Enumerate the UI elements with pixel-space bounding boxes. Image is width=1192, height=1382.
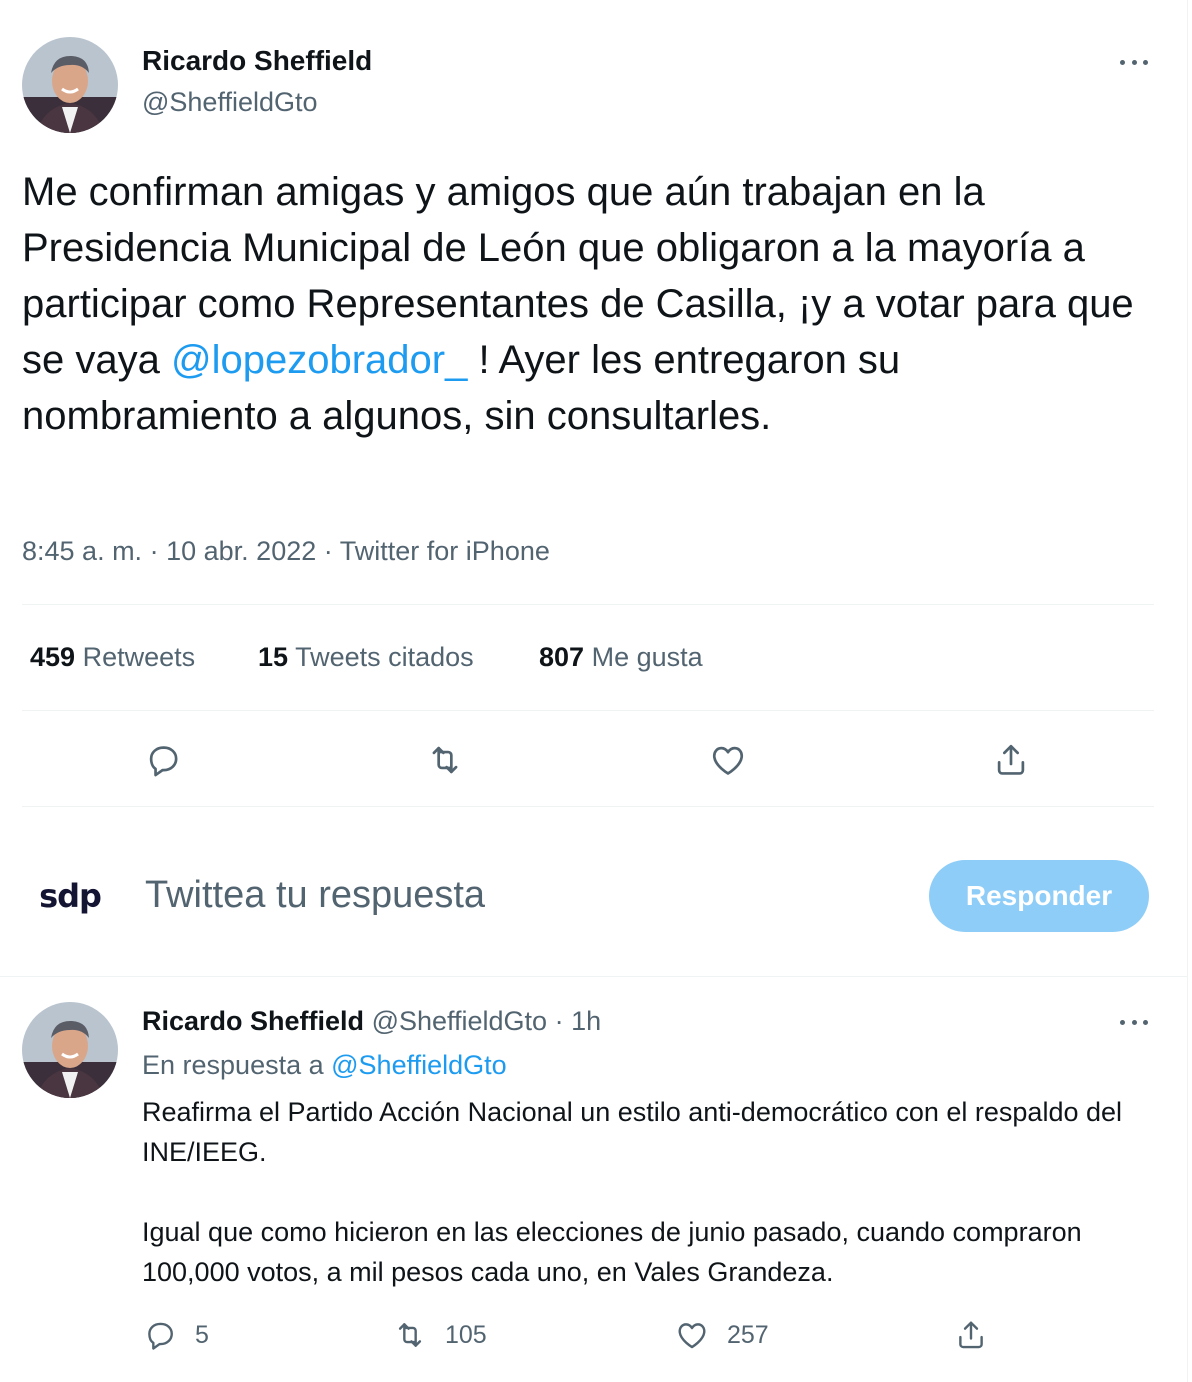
author-avatar[interactable] — [22, 37, 118, 133]
quotes-stat[interactable]: 15 Tweets citados — [258, 642, 474, 673]
meta-separator: · — [149, 536, 159, 566]
author-handle[interactable]: @SheffieldGto — [142, 87, 318, 118]
current-user-avatar[interactable]: sdp — [22, 848, 118, 944]
reply-retweet-count: 105 — [445, 1320, 487, 1349]
reply-like-count: 257 — [727, 1320, 769, 1349]
quotes-count: 15 — [258, 642, 289, 672]
reply-retweet-button[interactable]: 105 — [393, 1318, 487, 1352]
retweets-label: Retweets — [82, 642, 196, 672]
author-name[interactable]: Ricardo Sheffield — [142, 45, 372, 77]
in-reply-prefix: En respuesta a — [142, 1050, 324, 1080]
share-icon — [959, 1321, 983, 1349]
tweet-time[interactable]: 8:45 a. m. — [22, 536, 142, 566]
retweet-icon — [398, 1323, 422, 1347]
reply-share-button[interactable] — [954, 1318, 988, 1352]
divider — [22, 806, 1154, 807]
meta-separator: · — [323, 536, 333, 566]
retweets-stat[interactable]: 459 Retweets — [30, 642, 195, 673]
share-icon — [997, 744, 1025, 775]
heart-icon — [712, 746, 744, 775]
reply-header: Ricardo Sheffield @SheffieldGto · 1h — [142, 1006, 601, 1037]
in-reply-to: En respuesta a @SheffieldGto — [142, 1050, 507, 1081]
reply-icon — [148, 1322, 173, 1350]
reply-time[interactable]: 1h — [571, 1006, 601, 1036]
reply-author-handle[interactable]: @SheffieldGto — [372, 1006, 548, 1036]
reply-author-avatar[interactable] — [22, 1002, 118, 1098]
author-photo — [22, 37, 118, 133]
in-reply-handle[interactable]: @SheffieldGto — [331, 1050, 507, 1080]
current-user-logo: sdp — [39, 877, 102, 915]
retweets-count: 459 — [30, 642, 76, 672]
quotes-label: Tweets citados — [295, 642, 474, 672]
likes-label: Me gusta — [591, 642, 703, 672]
reply-button[interactable] — [139, 736, 187, 784]
divider — [22, 604, 1154, 605]
reply-more-options-icon[interactable] — [1114, 1010, 1154, 1034]
reply-input[interactable]: Twittea tu respuesta — [145, 874, 485, 917]
heart-icon — [678, 1323, 706, 1349]
like-button[interactable] — [704, 736, 752, 784]
reply-like-button[interactable]: 257 — [675, 1318, 769, 1352]
divider — [22, 710, 1154, 711]
likes-stat[interactable]: 807 Me gusta — [539, 642, 703, 673]
tweet-meta: 8:45 a. m. · 10 abr. 2022 · Twitter for … — [22, 536, 550, 567]
reply-author-name[interactable]: Ricardo Sheffield — [142, 1006, 364, 1036]
reply-text-2: Igual que como hicieron en las eleccione… — [142, 1217, 1082, 1287]
reply-separator: · — [554, 1006, 564, 1036]
reply-author-photo — [22, 1002, 118, 1098]
reply-text-1: Reafirma el Partido Acción Nacional un e… — [142, 1097, 1123, 1167]
tweet-source[interactable]: Twitter for iPhone — [340, 536, 550, 566]
section-divider — [0, 976, 1188, 977]
reply-reply-button[interactable]: 5 — [143, 1318, 209, 1352]
tweet-text: Me confirman amigas y amigos que aún tra… — [22, 164, 1142, 444]
mention-link[interactable]: @lopezobrador_ — [171, 338, 467, 382]
more-options-icon[interactable] — [1114, 50, 1154, 74]
reply-reply-count: 5 — [195, 1320, 209, 1349]
reply-icon — [149, 746, 178, 777]
share-button[interactable] — [987, 736, 1035, 784]
retweet-button[interactable] — [421, 736, 469, 784]
retweet-icon — [432, 746, 458, 774]
tweet-date[interactable]: 10 abr. 2022 — [166, 536, 316, 566]
likes-count: 807 — [539, 642, 585, 672]
timeline-border — [1187, 0, 1188, 1382]
responder-button[interactable]: Responder — [929, 860, 1149, 932]
